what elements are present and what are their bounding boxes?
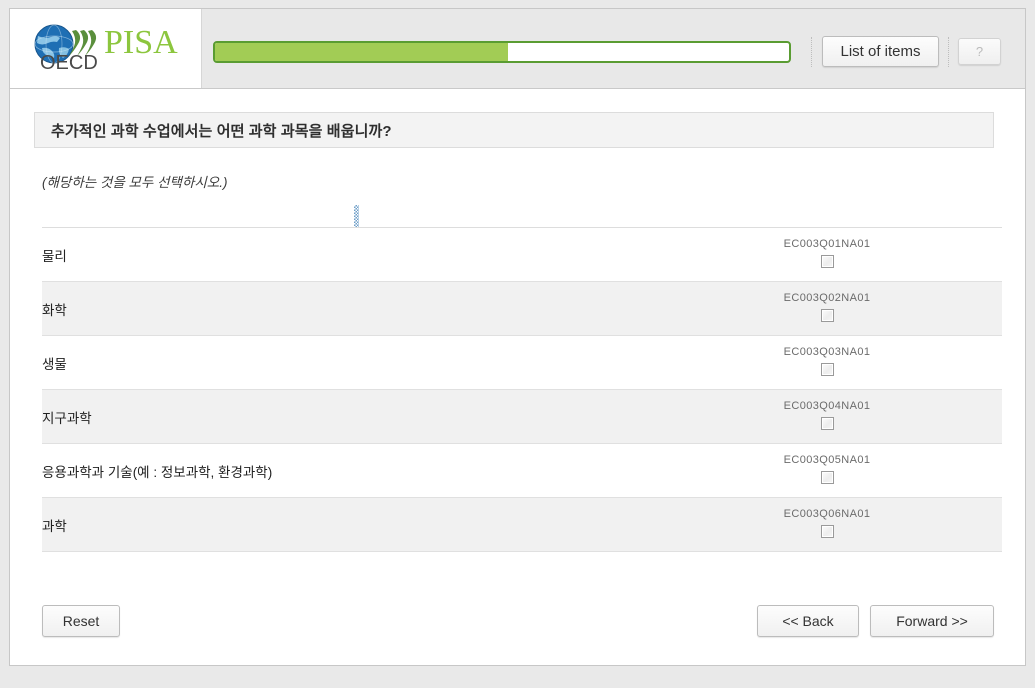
- header-separator-2: [948, 37, 950, 67]
- back-button[interactable]: << Back: [757, 605, 859, 637]
- progress-bar-fill: [215, 43, 508, 61]
- option-label: 응용과학과 기술(예 : 정보과학, 환경과학): [42, 443, 652, 498]
- pisa-wordmark: PISA: [104, 24, 178, 61]
- label-column-header: [42, 201, 652, 228]
- option-checkbox[interactable]: [820, 309, 834, 323]
- progress-bar: [213, 41, 791, 63]
- option-checkbox[interactable]: [820, 363, 834, 377]
- option-checkbox-cell: EC003Q04NA01: [652, 389, 1002, 444]
- item-code-label: EC003Q03NA01: [783, 346, 871, 358]
- logo-panel: PISA OECD: [10, 9, 202, 88]
- pisa-oecd-logo: PISA OECD: [28, 21, 196, 77]
- option-checkbox-cell: EC003Q03NA01: [652, 335, 1002, 390]
- table-row: 지구과학 EC003Q04NA01: [42, 389, 1002, 444]
- table-row: 응용과학과 기술(예 : 정보과학, 환경과학) EC003Q05NA01: [42, 443, 1002, 498]
- table-row: 화학 EC003Q02NA01: [42, 281, 1002, 336]
- option-label: 물리: [42, 227, 652, 282]
- question-title: 추가적인 과학 수업에서는 어떤 과학 과목을 배웁니까?: [51, 122, 392, 140]
- application-window: PISA OECD List of items ? 추가적인 과학 수업에서는 …: [9, 8, 1026, 666]
- column-resize-grip-icon[interactable]: [354, 205, 359, 227]
- option-checkbox-cell: EC003Q01NA01: [652, 227, 1002, 282]
- option-checkbox-cell: EC003Q05NA01: [652, 443, 1002, 498]
- option-label: 화학: [42, 281, 652, 336]
- reset-button[interactable]: Reset: [42, 605, 120, 637]
- question-header-bar: 추가적인 과학 수업에서는 어떤 과학 과목을 배웁니까?: [34, 112, 994, 148]
- option-checkbox[interactable]: [820, 417, 834, 431]
- item-code-label: EC003Q06NA01: [783, 508, 871, 520]
- question-instruction: (해당하는 것을 모두 선택하시오.): [42, 175, 228, 190]
- forward-button[interactable]: Forward >>: [870, 605, 994, 637]
- item-code-label: EC003Q02NA01: [783, 292, 871, 304]
- option-checkbox[interactable]: [820, 525, 834, 539]
- header-separator-1: [811, 37, 813, 67]
- option-checkbox[interactable]: [820, 255, 834, 269]
- oecd-wordmark: OECD: [40, 52, 98, 74]
- table-row: 생물 EC003Q03NA01: [42, 335, 1002, 390]
- table-row: 과학 EC003Q06NA01: [42, 497, 1002, 552]
- option-checkbox-cell: EC003Q02NA01: [652, 281, 1002, 336]
- item-code-label: EC003Q05NA01: [783, 454, 871, 466]
- table-row: 물리 EC003Q01NA01: [42, 227, 1002, 282]
- option-checkbox[interactable]: [820, 471, 834, 485]
- option-label: 지구과학: [42, 389, 652, 444]
- help-button[interactable]: ?: [958, 38, 1001, 65]
- item-code-label: EC003Q04NA01: [783, 400, 871, 412]
- list-of-items-button[interactable]: List of items: [822, 36, 939, 67]
- option-checkbox-cell: EC003Q06NA01: [652, 497, 1002, 552]
- checkbox-column-header: [652, 201, 1002, 228]
- options-table-body: 물리 EC003Q01NA01 화학 EC003Q02NA01 생물 EC003Q03NA…: [42, 227, 1002, 552]
- options-table: 물리 EC003Q01NA01 화학 EC003Q02NA01 생물 EC003Q03NA…: [42, 201, 1002, 552]
- options-table-header-row: [42, 201, 1002, 228]
- item-code-label: EC003Q01NA01: [783, 238, 871, 250]
- option-label: 과학: [42, 497, 652, 552]
- logo-svg: PISA OECD: [34, 24, 178, 74]
- app-header: PISA OECD List of items ?: [10, 9, 1025, 89]
- option-label: 생물: [42, 335, 652, 390]
